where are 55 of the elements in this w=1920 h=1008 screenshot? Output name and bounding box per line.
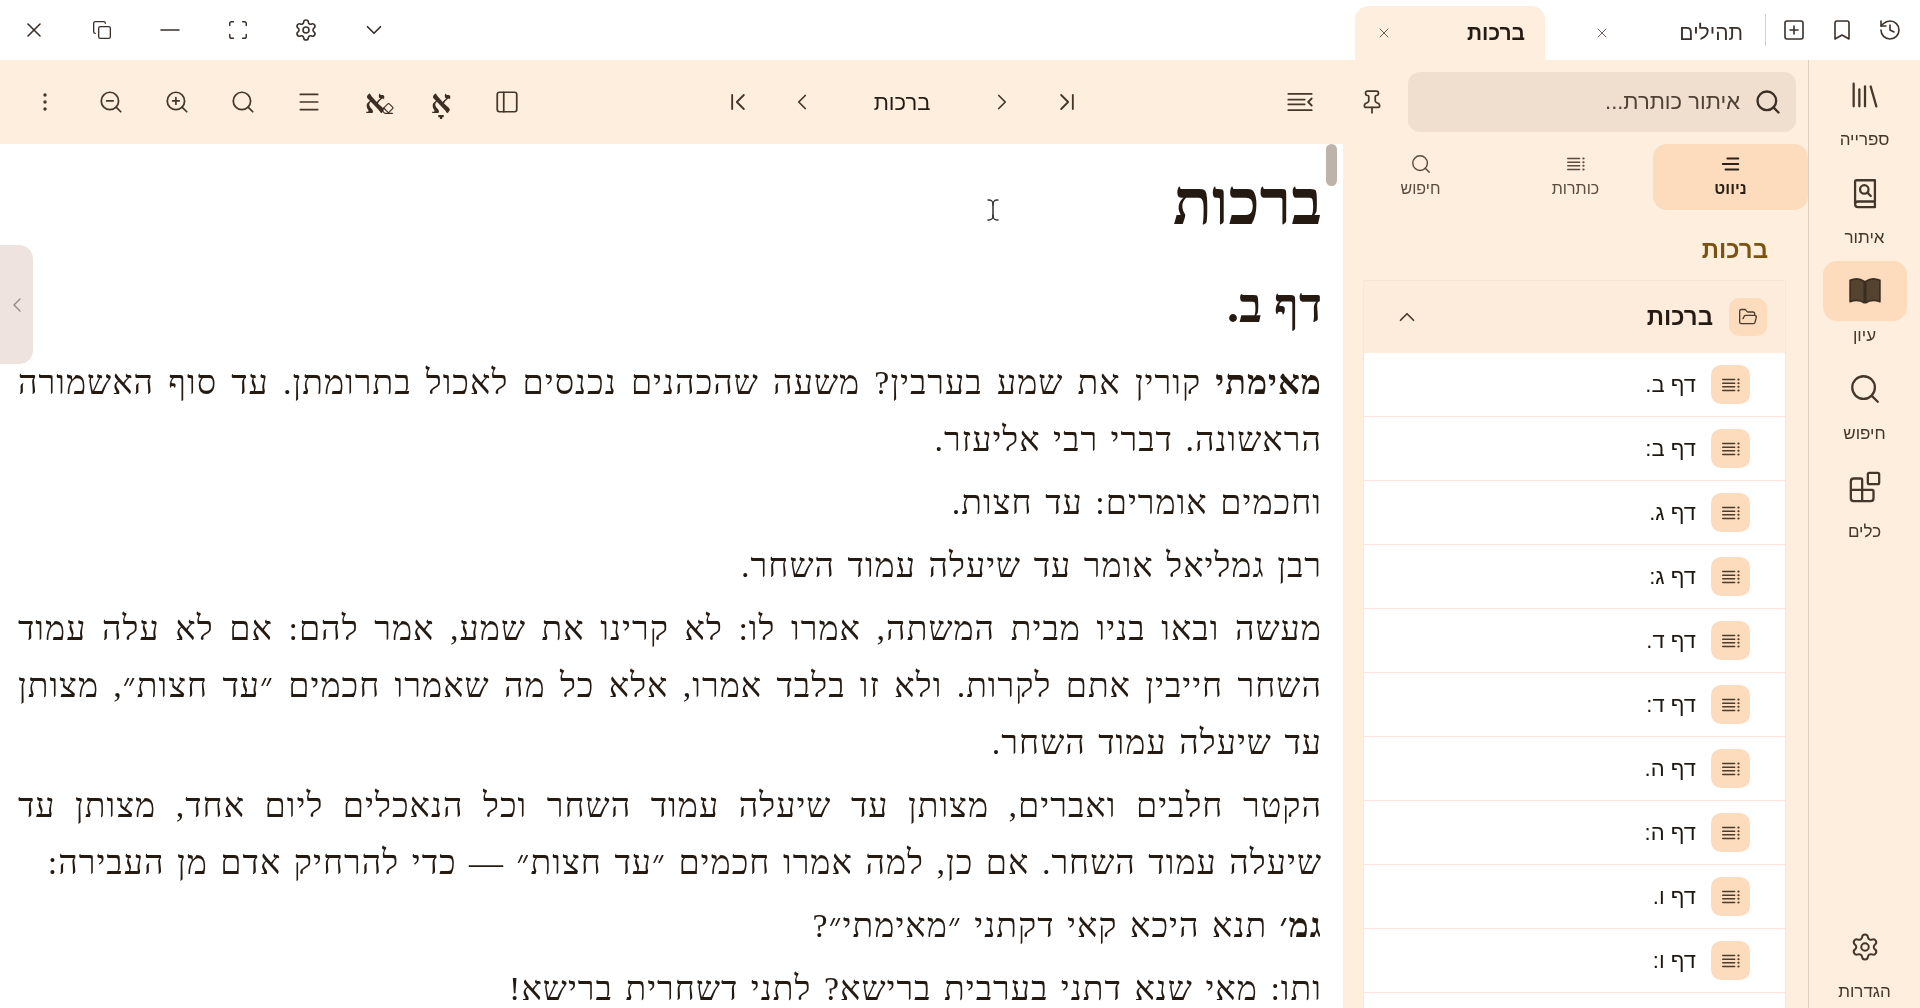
rail-item[interactable]: ספרייה (1809, 65, 1920, 151)
minimize-icon (160, 29, 180, 31)
panel-tab[interactable]: חיפוש (1343, 144, 1498, 210)
paragraph: הקטר חלבים ואברים, מצותן עד שיעלה עמוד השחר וכל הנאכלים ליום אחד, מצותן עד שיעלה עמוד השחר. אם כן, למה אמרו חכמים ״עד חצות״ — כדי להרחיק אדם מן העבירה: (18, 786, 1322, 883)
fullscreen-icon (227, 19, 249, 41)
toolbar-title: ברכות (872, 88, 932, 117)
tab[interactable]: ברכות (1355, 6, 1545, 60)
rail-item[interactable]: איתור (1809, 163, 1920, 249)
plus-square-icon (1782, 18, 1806, 42)
vowel-button[interactable]: אָ (421, 82, 461, 122)
search-field[interactable]: איתור כותרת... (1408, 72, 1796, 132)
side-handle-button[interactable] (0, 245, 33, 364)
scrollbar-thumb[interactable] (1326, 144, 1337, 186)
chevron-left-icon (12, 297, 21, 312)
tree-folder-item[interactable]: ברכות (1364, 281, 1785, 353)
rail-item[interactable]: כלים (1809, 457, 1920, 543)
search-icon (1754, 88, 1782, 116)
blocks-icon (1847, 470, 1882, 504)
list-icon (1711, 365, 1750, 404)
list-icon (1711, 749, 1750, 788)
vowel-button[interactable]: א (355, 82, 395, 122)
list-icon (1711, 493, 1750, 532)
rail-item[interactable]: עיון (1809, 261, 1920, 347)
search-icon (230, 89, 256, 115)
list-icon (1711, 557, 1750, 596)
panel-tab[interactable]: ניווט (1653, 144, 1808, 210)
history-icon (1878, 18, 1902, 42)
paragraph: מאימתי קורין את שמע בערבין? משעה שהכהנים נכנסים לאכול בתרומתן. עד סוף האשמורה הראשונה. דברי רבי אליעזר. (18, 363, 1322, 460)
tab[interactable]: תהילים (1573, 6, 1763, 60)
more-icon (43, 93, 47, 111)
list-icon (1711, 429, 1750, 468)
paragraph: ותו: מאי שנא דתני בערבית ברישא? לתני דשחרית ברישא! (508, 969, 1322, 1008)
zoom-in-icon (164, 89, 190, 115)
list-icon (1711, 685, 1750, 724)
folder-icon (1729, 298, 1767, 336)
settings-rail-item[interactable]: הגדרות (1809, 917, 1920, 1003)
panel-heading: ברכות (1701, 235, 1768, 265)
settings-icon (294, 18, 318, 42)
document-title: ברכות (1173, 166, 1322, 240)
list-icon (1711, 877, 1750, 916)
restore-icon (92, 20, 112, 40)
zoom-out-icon (98, 89, 124, 115)
panel-icon (494, 89, 520, 115)
page-heading: דף ב. (1226, 278, 1322, 334)
list-icon (1711, 941, 1750, 980)
list-icon (1711, 621, 1750, 660)
paragraph: רבן גמליאל אומר עד שיעלה עמוד השחר. (740, 546, 1322, 586)
search-icon (1409, 153, 1432, 175)
paragraph: וחכמים אומרים: עד חצות. (950, 483, 1322, 523)
paragraph: מעשה ובאו בניו מבית המשתה, אמרו לו: לא קרינו את שמע, אמר להם: אם לא עלה עמוד השחר חייבין אתם לקרות. ולא זו בלבד אמרו, אלא כל מה שאמרו חכמים ״עד חצות״, מצותן עד שיעלה עמוד השחר. (18, 609, 1322, 763)
panel-tab[interactable]: כותרות (1498, 144, 1653, 210)
open-book-icon (1822, 261, 1907, 321)
rail-item[interactable]: חיפוש (1809, 359, 1920, 445)
list-icon (1711, 813, 1750, 852)
paragraph: גמ׳ תנא היכא קאי דקתני ״מאימתי״? (811, 906, 1322, 946)
